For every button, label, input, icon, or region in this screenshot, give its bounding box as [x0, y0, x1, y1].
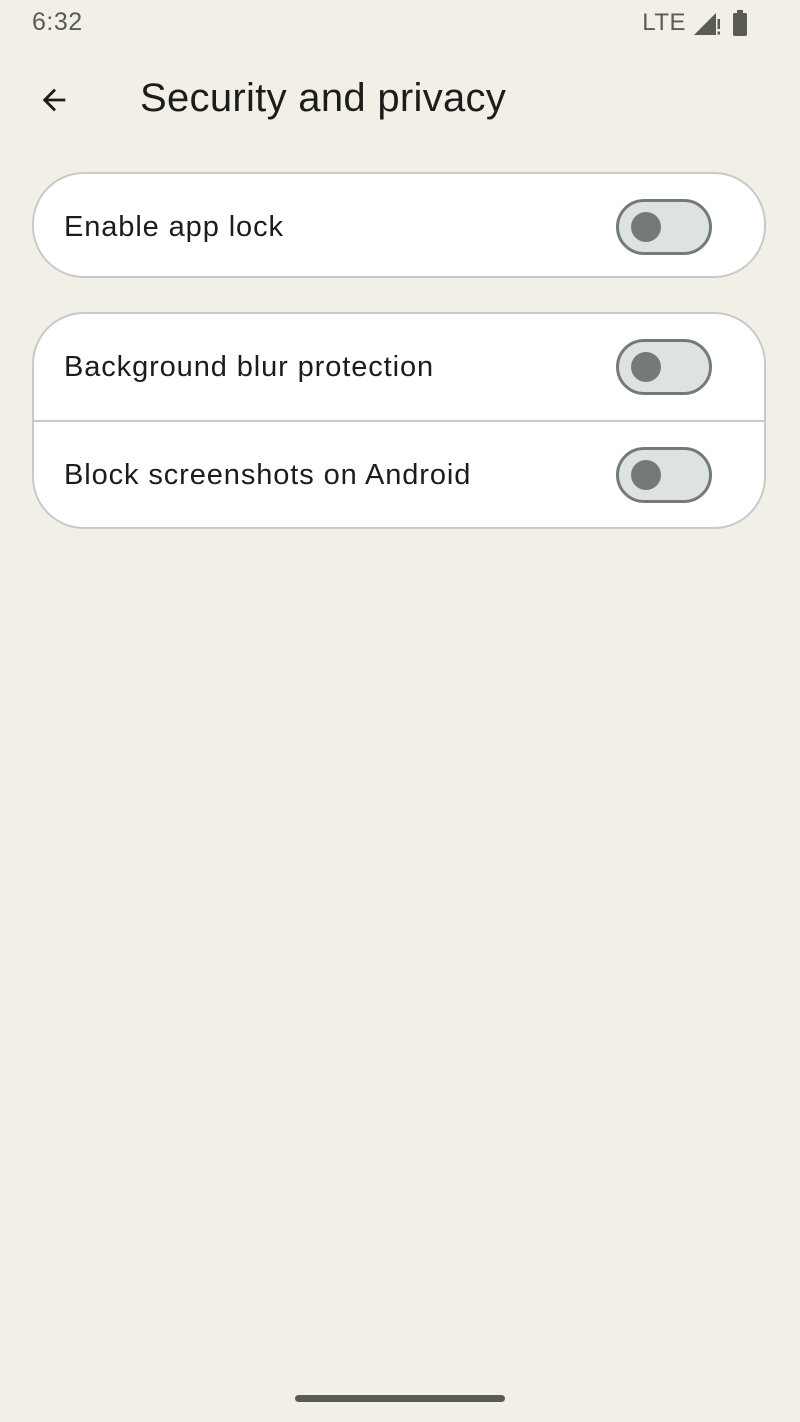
switch-thumb: [631, 212, 661, 242]
status-time: 6:32: [32, 8, 83, 36]
back-button[interactable]: [24, 72, 84, 128]
switch-thumb: [631, 352, 661, 382]
status-bar: 6:32 LTE: [0, 0, 800, 48]
setting-row-background-blur[interactable]: Background blur protection: [34, 314, 764, 420]
setting-label-app-lock: Enable app lock: [64, 210, 284, 243]
setting-row-block-screenshots[interactable]: Block screenshots on Android: [34, 422, 764, 527]
app-lock-card: Enable app lock: [32, 172, 766, 278]
privacy-card: Background blur protection Block screens…: [32, 312, 766, 529]
switch-thumb: [631, 460, 661, 490]
gesture-navigation-bar[interactable]: [295, 1395, 505, 1402]
background-blur-switch[interactable]: [616, 339, 712, 395]
block-screenshots-switch[interactable]: [616, 447, 712, 503]
setting-label-background-blur: Background blur protection: [64, 350, 434, 383]
setting-row-app-lock[interactable]: Enable app lock: [34, 174, 764, 276]
app-lock-switch[interactable]: [616, 199, 712, 255]
arrow-back-icon: [42, 88, 66, 112]
signal-icon: [694, 13, 720, 35]
network-type: LTE: [642, 9, 686, 36]
page-title: Security and privacy: [140, 76, 507, 120]
status-icons: LTE: [642, 8, 748, 38]
app-bar: Security and privacy: [0, 60, 800, 140]
battery-icon: [733, 10, 747, 36]
setting-label-block-screenshots: Block screenshots on Android: [64, 458, 472, 491]
